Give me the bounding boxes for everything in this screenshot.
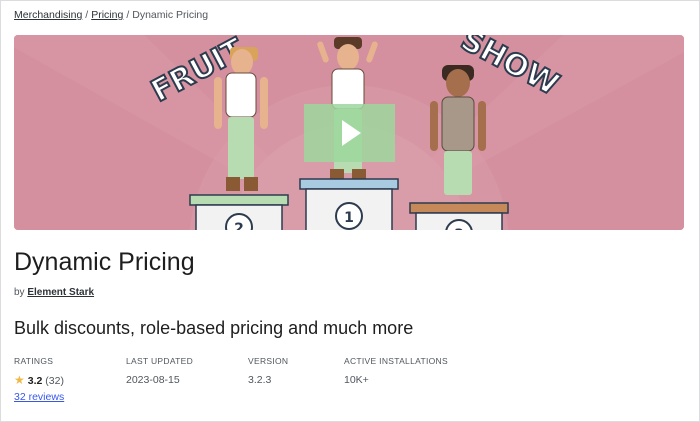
author-link[interactable]: Element Stark bbox=[27, 287, 94, 298]
plugin-byline: by Element Stark bbox=[14, 287, 94, 298]
last-updated-label: LAST UPDATED bbox=[126, 356, 194, 366]
ratings-label: RATINGS bbox=[14, 356, 54, 366]
last-updated-value: 2023-08-15 bbox=[126, 374, 180, 386]
plugin-title: Dynamic Pricing bbox=[14, 248, 195, 276]
play-icon bbox=[342, 120, 361, 146]
breadcrumb-separator: / bbox=[85, 9, 89, 21]
rating-count: (32) bbox=[45, 375, 64, 387]
podium-number-third: 3 bbox=[454, 227, 464, 230]
podium-number-second: 2 bbox=[234, 221, 244, 230]
active-installs-value: 10K+ bbox=[344, 374, 369, 386]
podium-second: 2 bbox=[189, 194, 289, 230]
star-icon: ★ bbox=[14, 373, 25, 387]
video-play-button[interactable] bbox=[304, 104, 395, 162]
breadcrumb-current: Dynamic Pricing bbox=[132, 9, 209, 21]
breadcrumb-link-merchandising[interactable]: Merchandising bbox=[14, 9, 82, 21]
plugin-banner-video[interactable]: FRUIT SHOW 2 1 bbox=[14, 35, 684, 230]
podium-third: 3 bbox=[409, 202, 509, 230]
podium-first: 1 bbox=[299, 178, 399, 230]
breadcrumb-link-pricing[interactable]: Pricing bbox=[91, 9, 123, 21]
breadcrumb-separator: / bbox=[126, 9, 130, 21]
reviews-link[interactable]: 32 reviews bbox=[14, 391, 64, 403]
rating-summary: ★ 3.2 (32) bbox=[14, 373, 64, 387]
active-installs-label: ACTIVE INSTALLATIONS bbox=[344, 356, 448, 366]
plugin-tagline: Bulk discounts, role-based pricing and m… bbox=[14, 318, 414, 338]
podium-number-first: 1 bbox=[344, 210, 354, 226]
version-value: 3.2.3 bbox=[248, 374, 272, 386]
version-label: VERSION bbox=[248, 356, 289, 366]
breadcrumb: Merchandising / Pricing / Dynamic Pricing bbox=[14, 9, 208, 21]
rating-score: 3.2 bbox=[27, 375, 43, 387]
byline-prefix: by bbox=[14, 287, 25, 298]
